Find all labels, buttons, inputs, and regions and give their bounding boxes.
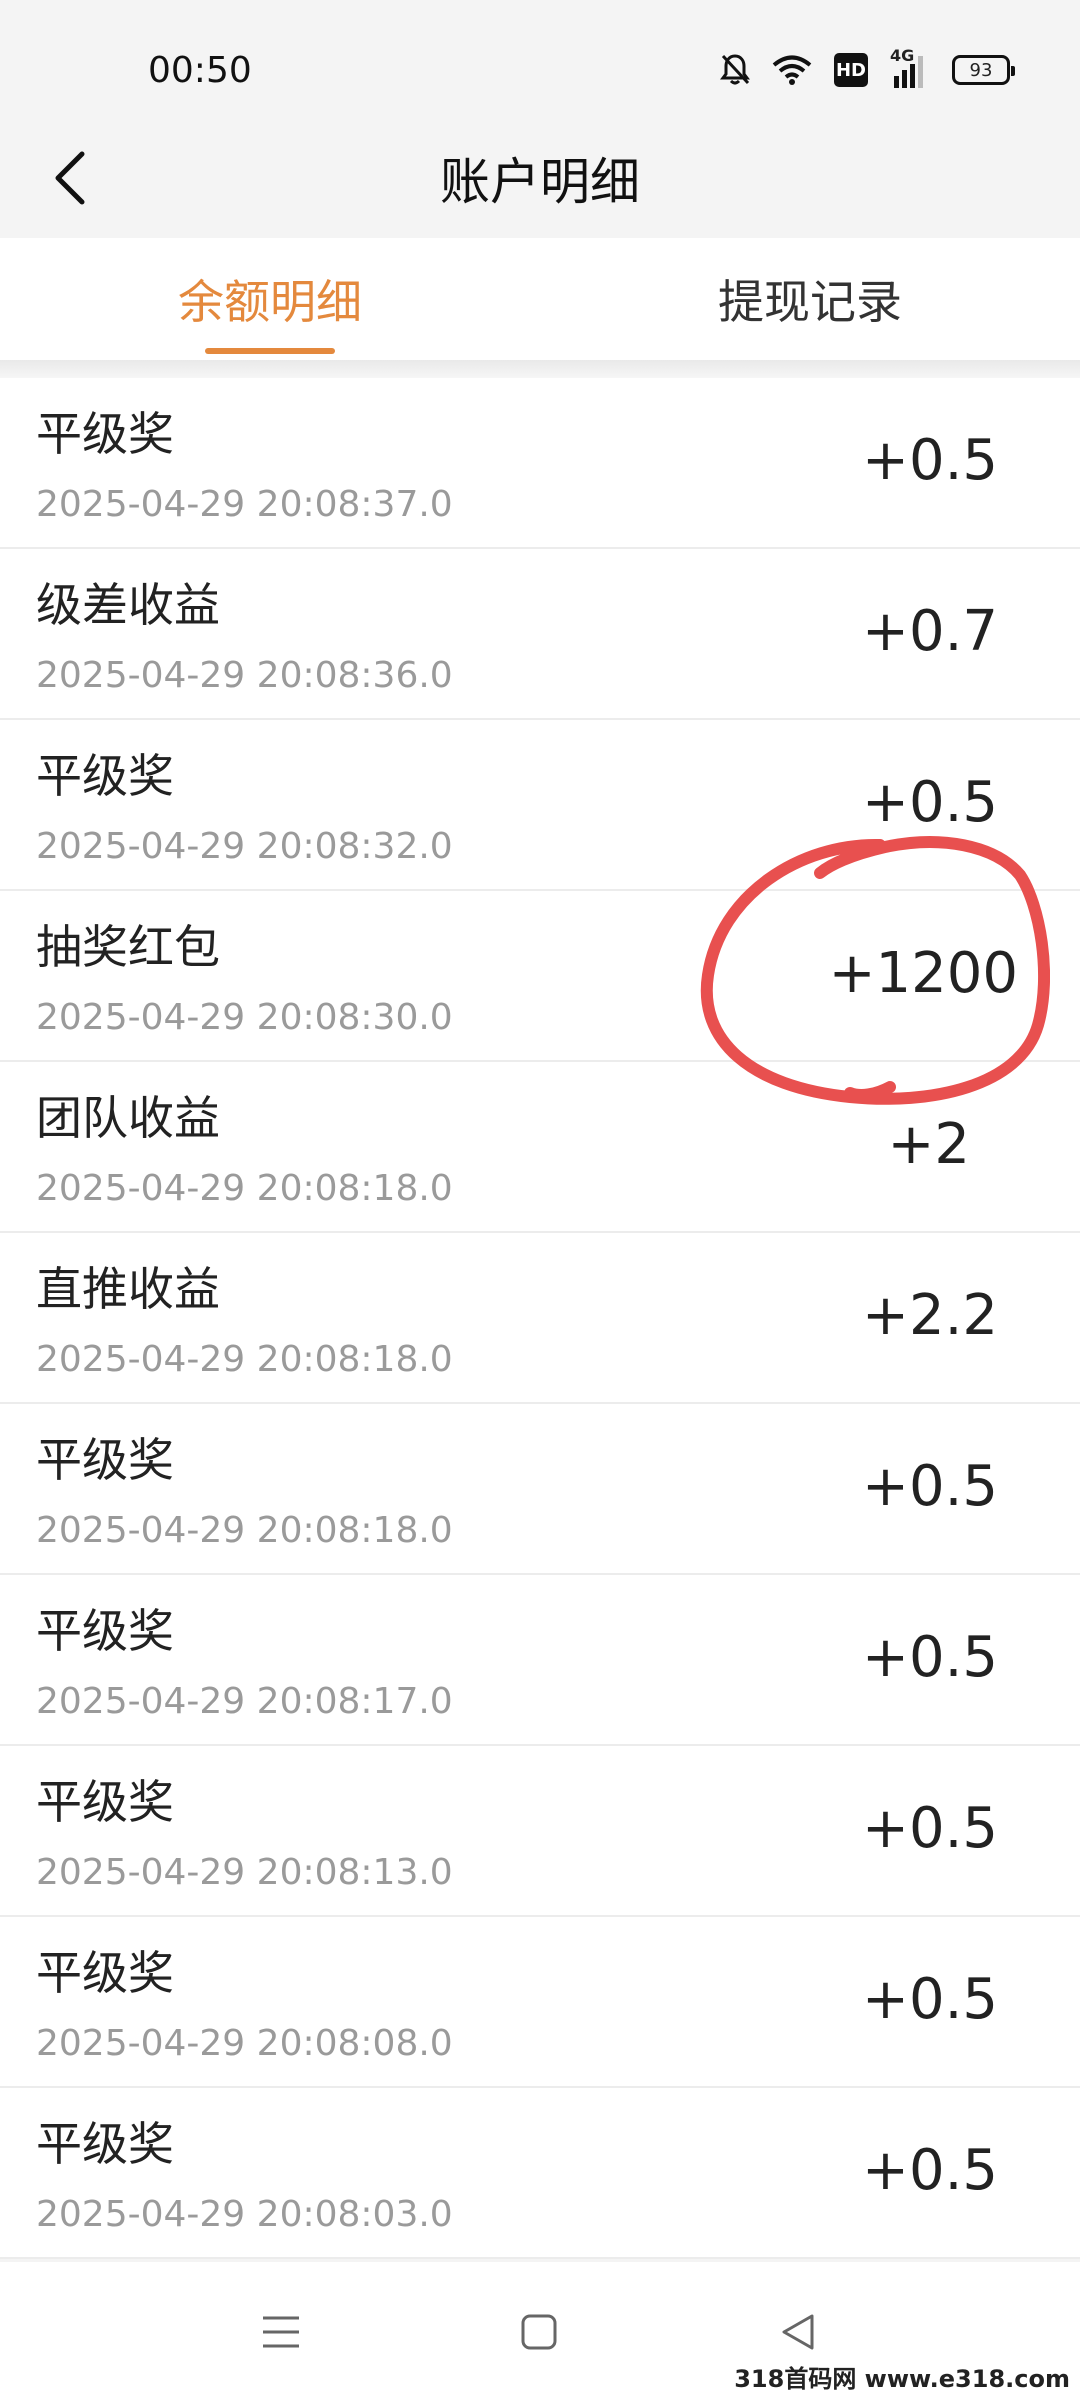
record-amount: +2.2 [862,1283,998,1348]
record-time: 2025-04-29 20:08:36.0 [36,655,453,696]
record-amount: +0.7 [862,599,998,664]
record-time: 2025-04-29 20:08:32.0 [36,826,453,867]
record-amount: +2 [887,1112,970,1177]
record-amount: +0.5 [862,770,998,835]
record-title: 平级奖 [36,407,174,461]
list-item[interactable]: 平级奖 2025-04-29 20:08:18.0 +0.5 [0,1404,1080,1575]
status-time: 00:50 [148,50,252,91]
record-title: 级差收益 [36,578,220,632]
battery-icon: 93 [952,55,1015,85]
record-amount: +0.5 [862,1454,998,1519]
record-time: 2025-04-29 20:08:17.0 [36,1681,453,1722]
record-title: 平级奖 [36,1775,174,1829]
hd-icon: HD [834,53,868,87]
wifi-icon [772,54,812,86]
record-amount: +0.5 [862,1625,998,1690]
tab-balance-detail[interactable]: 余额明细 [0,238,540,360]
record-amount: +0.5 [862,428,998,493]
record-time: 2025-04-29 20:08:18.0 [36,1339,453,1380]
record-time: 2025-04-29 20:08:30.0 [36,997,453,1038]
record-list: 平级奖 2025-04-29 20:08:37.0 +0.5 级差收益 2025… [0,378,1080,2259]
tab-label: 提现记录 [718,275,902,329]
list-item[interactable]: 抽奖红包 2025-04-29 20:08:30.0 +1200 [0,891,1080,1062]
record-time: 2025-04-29 20:08:37.0 [36,484,453,525]
status-icons: HD 4G 93 [720,46,1015,92]
list-item[interactable]: 平级奖 2025-04-29 20:08:37.0 +0.5 [0,378,1080,549]
back-triangle-icon [782,2314,814,2350]
tab-bar: 余额明细 提现记录 [0,238,1080,360]
record-amount: +0.5 [862,2138,998,2203]
record-title: 平级奖 [36,1604,174,1658]
tab-active-indicator [205,348,335,354]
record-title: 直推收益 [36,1262,220,1316]
tab-withdraw-records[interactable]: 提现记录 [540,238,1080,360]
tab-divider [0,360,1080,378]
record-time: 2025-04-29 20:08:03.0 [36,2194,453,2235]
record-amount: +1200 [828,941,1018,1006]
list-item[interactable]: 平级奖 2025-04-29 20:08:13.0 +0.5 [0,1746,1080,1917]
record-title: 平级奖 [36,2117,174,2171]
home-square-icon [521,2314,557,2350]
record-time: 2025-04-29 20:08:08.0 [36,2023,453,2064]
bell-off-icon [720,53,750,87]
record-time: 2025-04-29 20:08:18.0 [36,1168,453,1209]
list-item[interactable]: 级差收益 2025-04-29 20:08:36.0 +0.7 [0,549,1080,720]
menu-icon [263,2316,299,2348]
list-item[interactable]: 平级奖 2025-04-29 20:08:08.0 +0.5 [0,1917,1080,2088]
list-item[interactable]: 直推收益 2025-04-29 20:08:18.0 +2.2 [0,1233,1080,1404]
home-button[interactable] [499,2292,579,2372]
record-title: 抽奖红包 [36,920,220,974]
watermark: 318首码网 www.e318.com [734,2365,1070,2393]
page-title: 账户明细 [440,153,640,211]
record-amount: +0.5 [862,1967,998,2032]
list-item[interactable]: 平级奖 2025-04-29 20:08:17.0 +0.5 [0,1575,1080,1746]
record-title: 平级奖 [36,1946,174,2000]
record-title: 团队收益 [36,1091,220,1145]
record-amount: +0.5 [862,1796,998,1861]
system-nav-bar: 318首码网 www.e318.com [0,2262,1080,2400]
record-time: 2025-04-29 20:08:18.0 [36,1510,453,1551]
record-time: 2025-04-29 20:08:13.0 [36,1852,453,1893]
menu-button[interactable] [241,2292,321,2372]
record-title: 平级奖 [36,1433,174,1487]
list-item[interactable]: 团队收益 2025-04-29 20:08:18.0 +2 [0,1062,1080,1233]
list-item[interactable]: 平级奖 2025-04-29 20:08:03.0 +0.5 [0,2088,1080,2259]
tab-label: 余额明细 [178,275,362,329]
list-item[interactable]: 平级奖 2025-04-29 20:08:32.0 +0.5 [0,720,1080,891]
signal-4g-icon: 4G [890,46,930,90]
status-bar: 00:50 HD 4G 93 [0,0,1080,140]
record-title: 平级奖 [36,749,174,803]
header: 账户明细 [0,120,1080,238]
